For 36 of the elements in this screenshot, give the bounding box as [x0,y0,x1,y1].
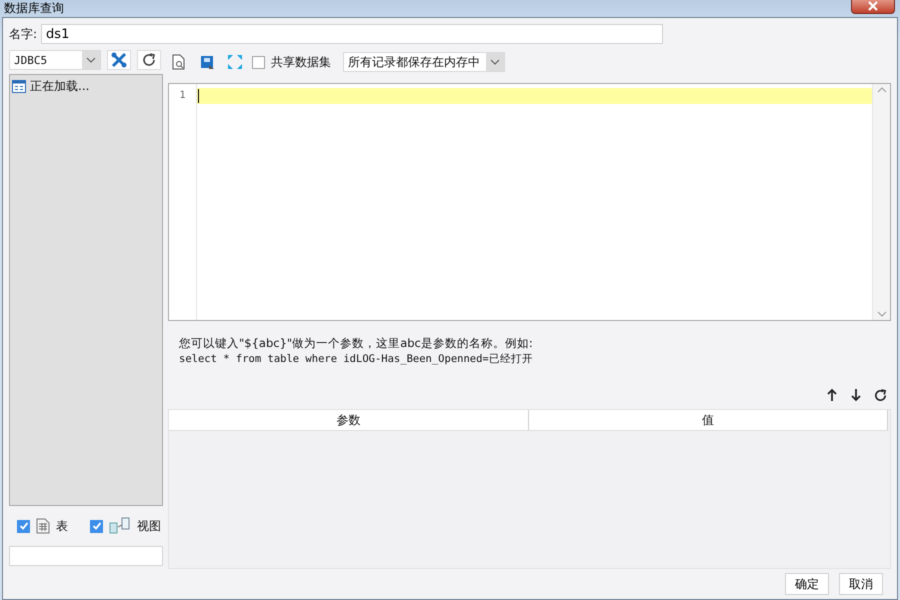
list-icon [12,80,26,93]
storage-select[interactable]: 所有记录都保存在内存中 [343,52,505,72]
checkbox[interactable] [17,520,30,532]
connection-select[interactable]: JDBC5 [9,50,101,70]
share-checkbox[interactable] [252,56,265,68]
scroll-down-icon [876,311,886,317]
line-number: 1 [178,90,187,102]
up-arrow-icon [826,388,838,402]
search-field[interactable] [9,546,163,566]
column-header: 值 [528,410,888,430]
documents-icon [109,517,131,535]
tools-button[interactable] [107,50,131,70]
example-query: select * from table where idLOG-Has_Been_Openned=已经打开 [179,352,534,367]
ok-button[interactable]: 确定 [785,573,829,595]
window-title: 数据库查询 [4,0,64,17]
sql-editor[interactable]: 1 [168,83,891,321]
close-icon [867,0,879,10]
scroll-up-icon [876,87,886,93]
name-label: 名字: [9,26,38,42]
close-button[interactable] [851,0,895,14]
document-icon [36,518,50,534]
refresh-button[interactable] [137,50,161,70]
column-header: 参数 [169,410,528,430]
down-arrow-icon [850,388,862,402]
caret-icon [486,53,504,71]
cancel-button[interactable]: 取消 [839,573,883,595]
name-field[interactable]: ds1 [41,24,664,44]
tree-item[interactable]: 正在加载... [30,78,90,95]
refresh-icon [141,52,157,68]
refresh-icon [872,388,888,402]
checkbox-label: 视图 [137,518,161,534]
hint-text: 您可以键入"${abc}"做为一个参数，这里abc是参数的名称。例如: [179,335,534,351]
checkbox-label: 表 [56,518,68,534]
checkbox[interactable] [90,520,103,532]
caret-icon [82,51,100,69]
share-label: 共享数据集 [271,54,331,70]
